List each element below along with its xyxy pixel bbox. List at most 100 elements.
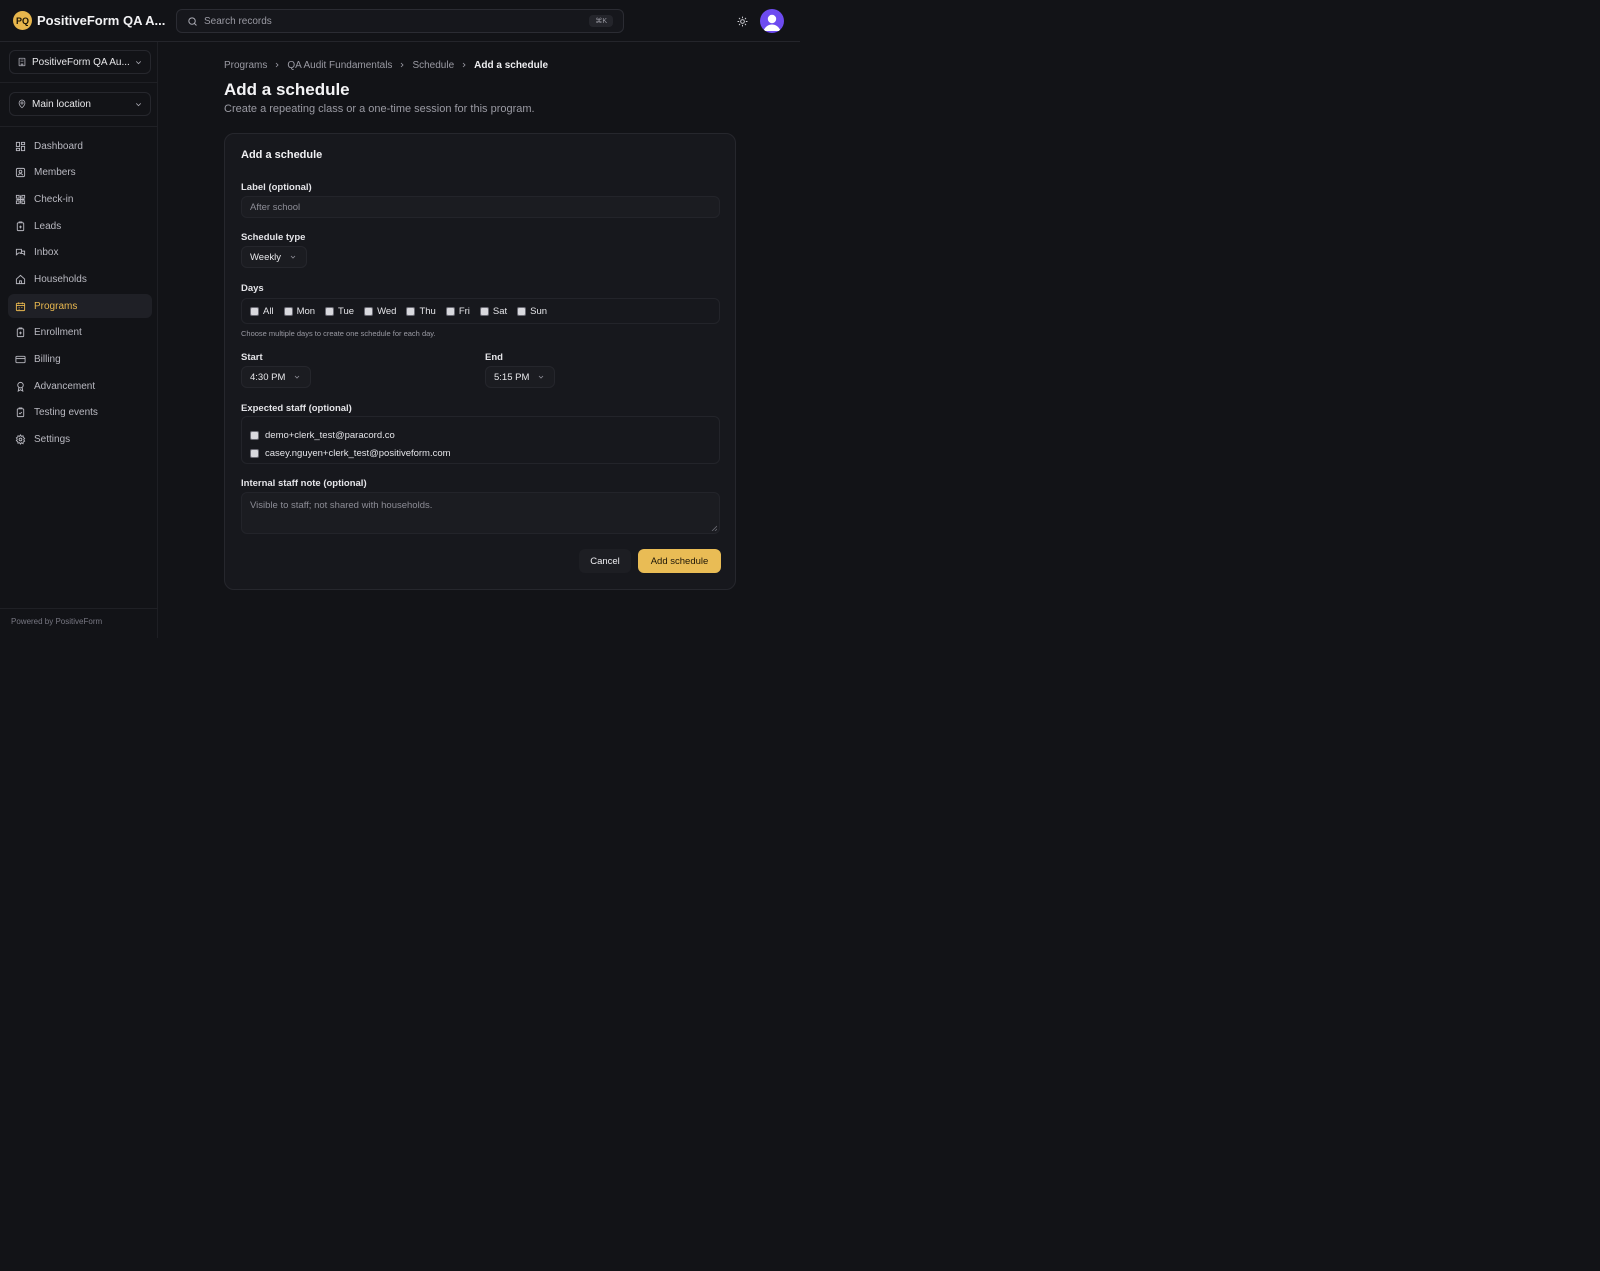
staff-option[interactable]: casey.nguyen+clerk_test@positiveform.com bbox=[250, 445, 711, 464]
sidebar-item-leads[interactable]: Leads bbox=[8, 214, 152, 238]
check-in-icon bbox=[15, 194, 26, 204]
sidebar-item-label: Inbox bbox=[34, 247, 59, 259]
sidebar-nav: Dashboard Members Check-in Leads Inbox H… bbox=[8, 134, 152, 454]
expected-staff-group: demo+clerk_test@paracord.co casey.nguyen… bbox=[241, 416, 720, 464]
sidebar-item-label: Billing bbox=[34, 354, 61, 365]
sidebar-item-dashboard[interactable]: Dashboard bbox=[8, 134, 152, 158]
label-input[interactable]: After school bbox=[241, 196, 720, 218]
top-bar: PQ PositiveForm QA A... Search records ⌘… bbox=[0, 0, 800, 42]
sidebar-divider bbox=[0, 126, 158, 127]
chevron-down-icon bbox=[295, 375, 300, 379]
staff-email: demo+clerk_test@paracord.co bbox=[265, 429, 395, 441]
day-label: Wed bbox=[377, 305, 397, 317]
home-icon bbox=[15, 274, 26, 285]
cancel-button[interactable]: Cancel bbox=[579, 549, 631, 573]
staff-note-placeholder: Visible to staff; not shared with househ… bbox=[250, 500, 433, 511]
staff-note-textarea[interactable]: Visible to staff; not shared with househ… bbox=[241, 492, 720, 534]
search-icon bbox=[188, 16, 197, 26]
sidebar-divider bbox=[0, 608, 158, 609]
sidebar-item-households[interactable]: Households bbox=[8, 267, 152, 291]
sidebar: PositiveForm QA Au... Main location Dash… bbox=[0, 42, 158, 638]
checkbox[interactable] bbox=[517, 306, 527, 316]
credit-card-icon bbox=[15, 355, 26, 364]
checkbox[interactable] bbox=[325, 306, 335, 316]
day-label: Fri bbox=[458, 305, 470, 317]
chevron-down-icon bbox=[290, 255, 296, 259]
location-name: Main location bbox=[32, 98, 91, 110]
sidebar-item-label: Testing events bbox=[34, 407, 98, 419]
map-pin-icon bbox=[18, 99, 26, 109]
sidebar-item-programs[interactable]: Programs bbox=[8, 294, 152, 319]
sidebar-item-label: Leads bbox=[34, 220, 62, 232]
sidebar-item-enrollment[interactable]: Enrollment bbox=[8, 321, 152, 345]
sidebar-item-inbox[interactable]: Inbox bbox=[8, 241, 152, 265]
day-label: Sun bbox=[530, 305, 548, 317]
label-field-label: Label (optional) bbox=[241, 182, 312, 193]
checkbox[interactable] bbox=[364, 306, 374, 316]
schedule-type-value: Weekly bbox=[250, 251, 281, 263]
breadcrumb-current: Add a schedule bbox=[474, 59, 549, 71]
day-fri[interactable]: Fri bbox=[445, 305, 470, 317]
day-label: Thu bbox=[419, 305, 436, 317]
organization-name: PositiveForm QA Au... bbox=[32, 56, 129, 68]
staff-option[interactable]: demo+clerk_test@paracord.co bbox=[250, 426, 711, 445]
day-all[interactable]: All bbox=[250, 306, 274, 317]
main-content: Programs QA Audit Fundamentals Schedule … bbox=[224, 58, 548, 116]
label-input-placeholder: After school bbox=[250, 201, 301, 213]
page-subtitle: Create a repeating class or a one-time s… bbox=[224, 103, 535, 115]
search-input[interactable]: Search records ⌘K bbox=[176, 9, 624, 33]
sidebar-item-settings[interactable]: Settings bbox=[8, 428, 152, 452]
start-time-value: 4:30 PM bbox=[250, 371, 286, 383]
day-mon[interactable]: Mon bbox=[283, 306, 315, 317]
sidebar-item-label: Programs bbox=[34, 300, 78, 312]
organization-select[interactable]: PositiveForm QA Au... bbox=[9, 50, 151, 74]
expected-staff-label: Expected staff (optional) bbox=[241, 403, 352, 414]
sidebar-item-label: Dashboard bbox=[34, 140, 83, 152]
breadcrumb-schedule[interactable]: Schedule bbox=[412, 60, 454, 71]
brand[interactable]: PQ PositiveForm QA A... bbox=[13, 11, 165, 30]
checkbox[interactable] bbox=[250, 306, 259, 316]
user-icon bbox=[763, 14, 781, 31]
leads-icon bbox=[16, 221, 25, 231]
schedule-type-select[interactable]: Weekly bbox=[241, 246, 307, 268]
sidebar-item-billing[interactable]: Billing bbox=[8, 348, 152, 372]
sidebar-item-label: Check-in bbox=[34, 193, 74, 205]
chevron-right-icon bbox=[462, 62, 466, 68]
location-select[interactable]: Main location bbox=[9, 92, 151, 116]
breadcrumb-program[interactable]: QA Audit Fundamentals bbox=[287, 60, 392, 71]
theme-toggle-button[interactable] bbox=[734, 13, 750, 29]
add-schedule-button[interactable]: Add schedule bbox=[638, 549, 721, 573]
sidebar-item-members[interactable]: Members bbox=[8, 161, 152, 185]
day-sun[interactable]: Sun bbox=[517, 306, 547, 317]
building-icon bbox=[18, 57, 26, 67]
day-wed[interactable]: Wed bbox=[364, 306, 396, 317]
day-thu[interactable]: Thu bbox=[406, 305, 436, 317]
resize-handle-icon[interactable] bbox=[711, 525, 717, 531]
sidebar-item-label: Settings bbox=[34, 434, 71, 446]
sidebar-item-label: Advancement bbox=[34, 380, 96, 392]
breadcrumb: Programs QA Audit Fundamentals Schedule … bbox=[224, 58, 548, 72]
days-hint: Choose multiple days to create one sched… bbox=[241, 329, 436, 338]
sidebar-item-check-in[interactable]: Check-in bbox=[8, 187, 152, 211]
breadcrumb-programs[interactable]: Programs bbox=[224, 60, 267, 71]
checkbox[interactable] bbox=[479, 306, 489, 316]
checkbox[interactable] bbox=[250, 430, 259, 440]
days-checkbox-group: All Mon Tue Wed Thu Fri Sat Sun bbox=[241, 298, 720, 324]
end-time-value: 5:15 PM bbox=[494, 371, 530, 383]
checkbox[interactable] bbox=[283, 306, 293, 316]
sidebar-item-testing-events[interactable]: Testing events bbox=[8, 401, 152, 425]
end-time-select[interactable]: 5:15 PM bbox=[485, 366, 555, 388]
enrollment-icon bbox=[16, 327, 25, 338]
day-sat[interactable]: Sat bbox=[479, 305, 508, 317]
avatar[interactable] bbox=[760, 9, 784, 33]
checkbox[interactable] bbox=[406, 306, 416, 316]
chevron-right-icon bbox=[276, 62, 279, 68]
start-time-select[interactable]: 4:30 PM bbox=[241, 366, 311, 388]
sun-icon bbox=[736, 15, 748, 27]
sidebar-item-advancement[interactable]: Advancement bbox=[8, 374, 152, 398]
day-label: Sat bbox=[492, 305, 508, 317]
day-tue[interactable]: Tue bbox=[325, 306, 354, 317]
checkbox[interactable] bbox=[250, 449, 259, 459]
checkbox[interactable] bbox=[445, 306, 455, 316]
inbox-icon bbox=[15, 249, 26, 256]
